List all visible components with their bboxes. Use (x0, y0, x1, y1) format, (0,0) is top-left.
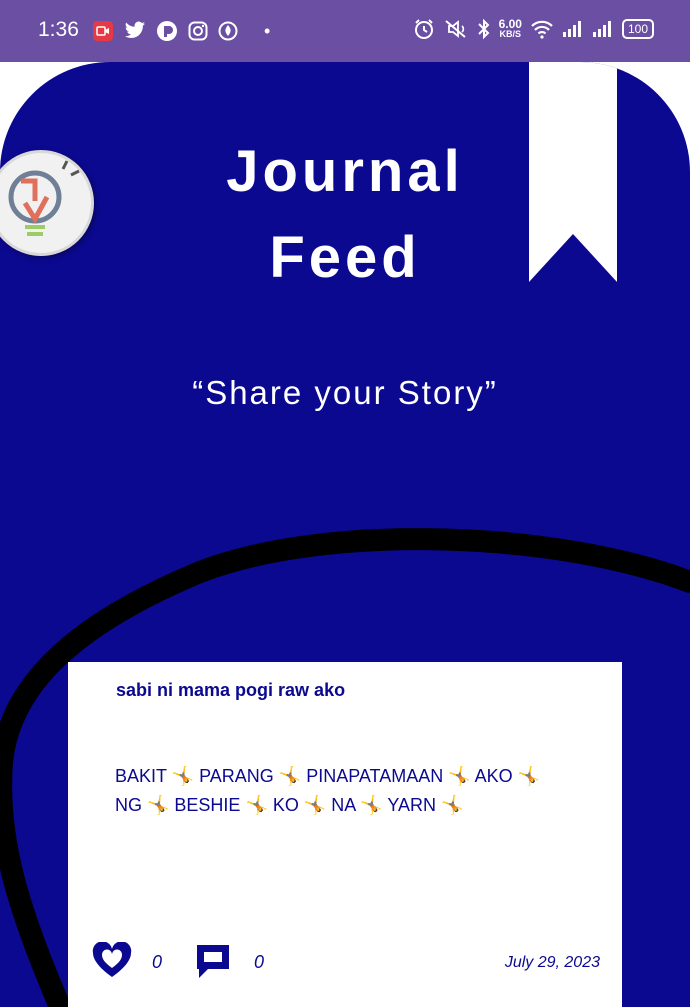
bluetooth-icon (477, 18, 491, 40)
notification-icons: • (92, 20, 270, 42)
alarm-icon (413, 18, 435, 40)
network-speed: 6.00 KB/S (498, 17, 522, 39)
mute-icon (443, 18, 469, 40)
twitter-icon (124, 21, 146, 41)
comment-icon[interactable] (194, 942, 232, 980)
system-icons: 6.00 KB/S 100 (413, 18, 654, 40)
recording-icon (92, 20, 114, 42)
app-icon (156, 20, 178, 42)
battery-indicator: 100 (621, 19, 654, 39)
journal-feed-panel: Journal Feed “Share your Story” sabi ni … (0, 62, 690, 1007)
wifi-icon (530, 19, 554, 39)
app-icon-2 (218, 21, 238, 41)
like-count: 0 (152, 952, 163, 972)
comment-count: 0 (254, 952, 265, 972)
notification-dot: • (264, 20, 271, 41)
signal-icon-2 (592, 20, 614, 38)
journal-post-card[interactable]: sabi ni mama pogi raw ako BAKIT 🤸 PARANG… (68, 662, 622, 1007)
like-heart-icon[interactable] (92, 942, 132, 980)
post-body: BAKIT 🤸 PARANG 🤸 PINAPATAMAAN 🤸 AKO 🤸 NG… (115, 766, 541, 815)
status-bar: 1:36 • 6.00 KB/S 100 (0, 0, 690, 62)
signal-icon (562, 20, 584, 38)
post-date: July 29, 2023 (504, 954, 600, 971)
post-title: sabi ni mama pogi raw ako (116, 680, 346, 700)
status-time: 1:36 (38, 18, 79, 41)
instagram-icon (188, 21, 208, 41)
